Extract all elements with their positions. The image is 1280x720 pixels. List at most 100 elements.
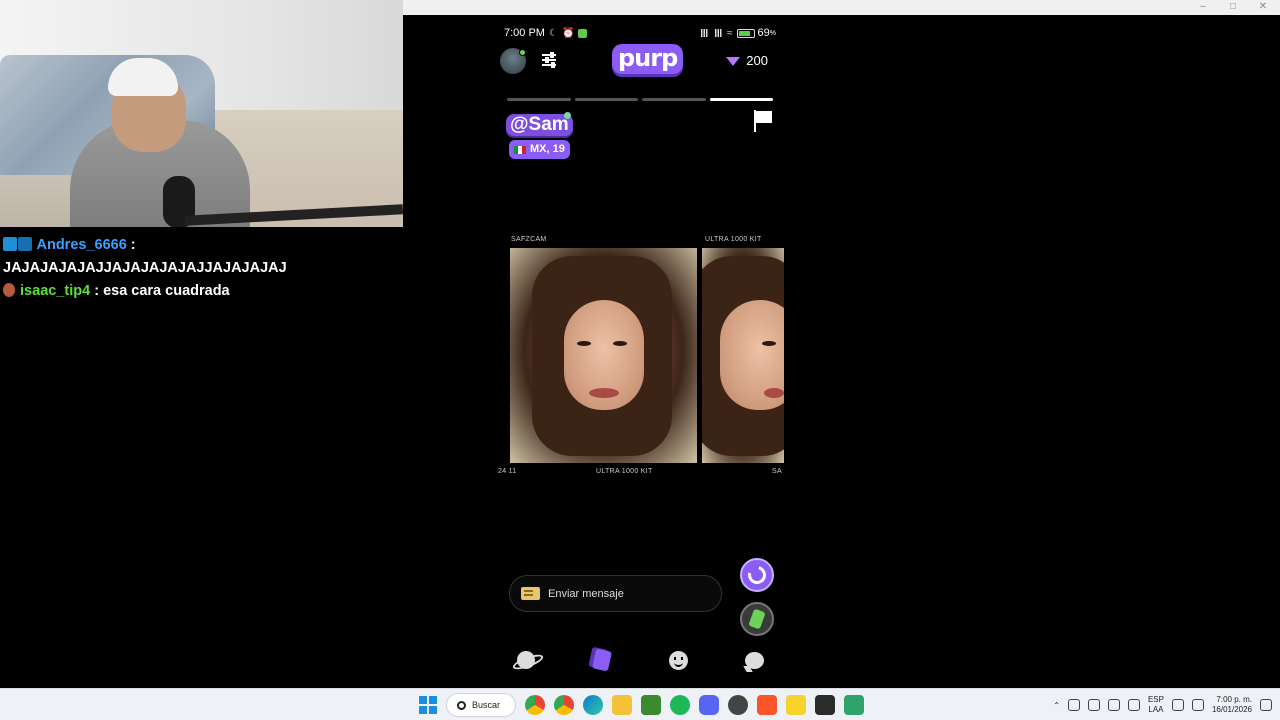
mexico-flag-icon <box>514 145 526 154</box>
discord-icon[interactable] <box>699 695 719 715</box>
sync-icon[interactable] <box>1087 699 1100 711</box>
call-button[interactable] <box>740 602 774 636</box>
message-placeholder: Enviar mensaje <box>548 587 624 600</box>
cards-icon <box>592 648 612 672</box>
message-input[interactable]: Enviar mensaje <box>509 575 722 612</box>
battery-icon <box>736 28 755 38</box>
badge-icon <box>18 237 32 251</box>
spotify-icon[interactable] <box>670 695 690 715</box>
clock[interactable]: 7:00 p. m. 16/01/2026 <box>1212 695 1252 715</box>
badge-icon <box>3 237 17 251</box>
chat-separator: : <box>126 237 136 253</box>
tab-friends[interactable] <box>666 648 690 672</box>
report-flag-icon[interactable] <box>754 110 772 132</box>
photo-caption: 24 11 <box>498 468 517 475</box>
tab-explore[interactable] <box>514 648 538 672</box>
progress-segment <box>642 98 706 101</box>
windows-icon[interactable] <box>419 696 437 714</box>
chat-message: isaac_tip4 : esa cara cuadrada <box>3 280 401 303</box>
rewind-icon <box>744 562 770 588</box>
window-titlebar: – □ ✕ <box>403 0 1280 15</box>
chat-username: Andres_6666 <box>36 237 127 253</box>
minimize-button[interactable]: – <box>1188 0 1218 15</box>
chat-text: esa cara cuadrada <box>103 283 230 299</box>
taskbar: Buscar ⌃ ESP LAA 7:00 p. m. 16/01/2026 <box>0 688 1280 720</box>
signal-icon <box>699 29 710 37</box>
photo-carousel[interactable]: SAFZCAM ULTRA 1000 KIT 24 11 ULTRA 1000 … <box>496 232 784 482</box>
maximize-button[interactable]: □ <box>1218 0 1248 15</box>
progress-segment <box>574 98 638 101</box>
gem-count: 200 <box>746 53 768 68</box>
taskbar-apps: Buscar <box>419 689 864 720</box>
photo-eye <box>577 341 591 346</box>
photo-caption: SAFZCAM <box>511 236 547 243</box>
notification-icon[interactable] <box>1260 699 1272 711</box>
chevron-up-icon[interactable]: ⌃ <box>1053 701 1060 710</box>
online-dot <box>564 112 571 119</box>
language-indicator[interactable]: ESP LAA <box>1148 695 1164 715</box>
chat-message: Andres_6666 : <box>3 234 401 257</box>
phone-screen: 7:00 PM ☾ ⏰ ≈ 69% purp 200 @Sam MX, 19 S… <box>496 18 784 688</box>
profile-photo[interactable] <box>510 248 697 463</box>
location-text: MX, 19 <box>530 143 565 155</box>
alarm-icon: ⏰ <box>561 27 575 39</box>
moon-icon: ☾ <box>548 27 558 39</box>
app-icon[interactable] <box>844 695 864 715</box>
app-notification-icon <box>578 28 588 38</box>
story-progress <box>507 98 773 101</box>
filters-icon[interactable] <box>542 52 556 68</box>
gem-icon <box>726 57 741 66</box>
ticket-icon <box>521 587 540 600</box>
tab-cards[interactable] <box>590 648 614 672</box>
taskbar-search[interactable]: Buscar <box>446 693 516 717</box>
photo-eye <box>762 341 776 346</box>
chrome-icon[interactable] <box>554 695 574 715</box>
folder-icon[interactable] <box>612 695 632 715</box>
network-icon[interactable] <box>1171 699 1184 711</box>
rewind-button[interactable] <box>740 558 774 592</box>
clock-date: 16/01/2026 <box>1211 705 1252 714</box>
brave-icon[interactable] <box>757 695 777 715</box>
lang-code: ESP <box>1147 695 1164 704</box>
photo-lips <box>764 388 784 398</box>
progress-segment-active <box>709 98 773 101</box>
tab-chats[interactable] <box>742 648 766 672</box>
tray-app-icon[interactable] <box>1067 699 1080 711</box>
smile-icon <box>668 650 688 670</box>
minecraft-icon[interactable] <box>641 695 661 715</box>
clock-time: 7:00 p. m. <box>1216 695 1252 704</box>
chat-text: JAJAJAJAJAJJAJAJAJAJAJJAJAJAJAJ <box>3 260 287 276</box>
profile-photo[interactable] <box>702 248 784 463</box>
progress-segment <box>507 98 571 101</box>
phone-icon <box>748 608 766 630</box>
photo-caption: ULTRA 1000 KIT <box>705 236 762 243</box>
app-header: purp 200 <box>500 44 776 78</box>
location-badge: MX, 19 <box>509 140 570 159</box>
photo-caption: ULTRA 1000 KIT <box>596 468 653 475</box>
wifi-icon: ≈ <box>727 27 733 39</box>
signal-icon <box>713 29 724 37</box>
app-icon[interactable] <box>728 695 748 715</box>
app-logo: purp <box>612 44 684 74</box>
chrome-icon[interactable] <box>525 695 545 715</box>
volume-icon[interactable] <box>1191 699 1204 711</box>
status-time: 7:00 PM <box>504 27 545 39</box>
search-label: Buscar <box>472 700 501 710</box>
chat-bubbles-icon <box>744 651 764 669</box>
close-button[interactable]: ✕ <box>1248 0 1278 15</box>
gem-balance[interactable]: 200 <box>726 53 768 68</box>
stream-chat: Andres_6666 : JAJAJAJAJAJJAJAJAJAJAJJAJA… <box>3 234 401 303</box>
photo-lips <box>589 388 619 398</box>
chat-username: isaac_tip4 <box>20 283 91 299</box>
terminal-icon[interactable] <box>815 695 835 715</box>
mic-icon[interactable] <box>1127 699 1140 711</box>
online-dot <box>519 49 526 56</box>
system-tray: ⌃ ESP LAA 7:00 p. m. 16/01/2026 <box>1053 689 1272 720</box>
battery-level: 69 <box>757 27 770 39</box>
edge-icon[interactable] <box>583 695 603 715</box>
profile-username[interactable]: @Sam <box>506 114 573 136</box>
planet-icon <box>517 651 535 669</box>
usb-icon[interactable] <box>1107 699 1120 711</box>
notes-icon[interactable] <box>786 695 806 715</box>
photo-eye <box>613 341 627 346</box>
